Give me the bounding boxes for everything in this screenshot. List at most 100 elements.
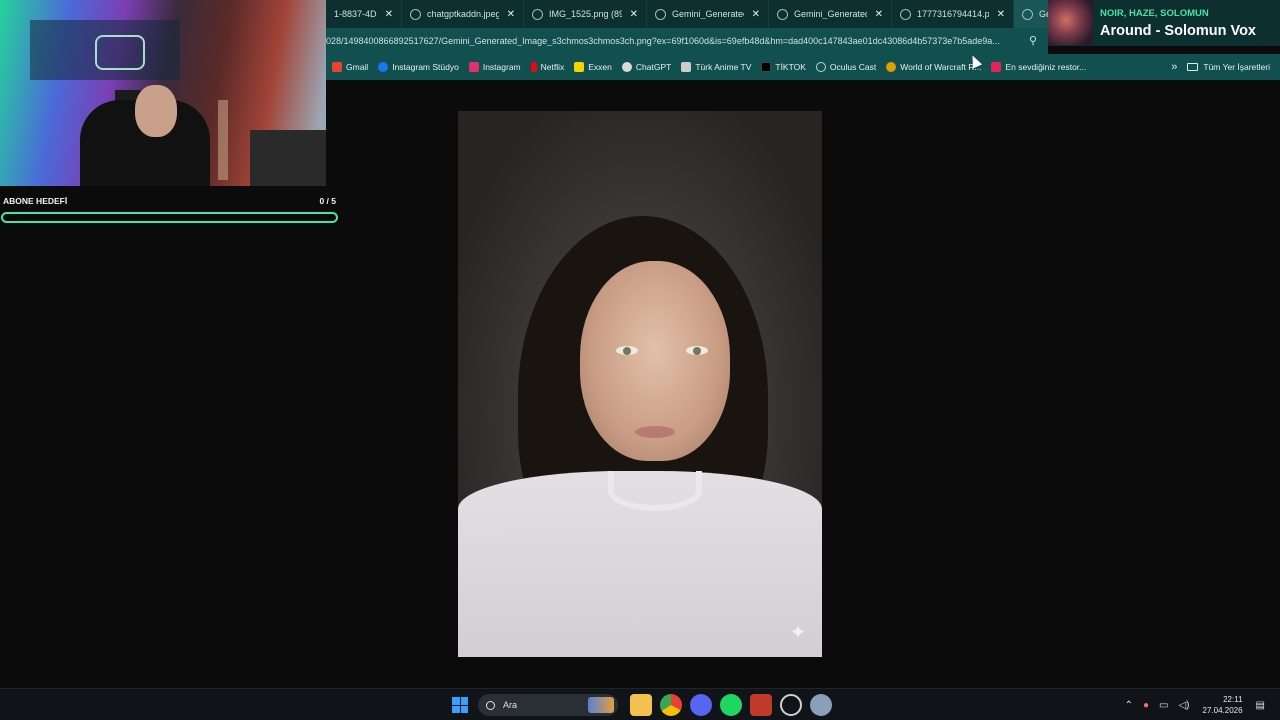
search-icon: [486, 700, 495, 710]
tab[interactable]: 1-8837-4D8 ✕: [326, 0, 402, 28]
tab[interactable]: IMG_1525.png (896 ✕: [524, 0, 647, 28]
all-bookmarks-label: Tüm Yer İşaretleri: [1203, 62, 1270, 72]
discord-icon[interactable]: [690, 694, 712, 716]
url-text[interactable]: 028/1498400866892517627/Gemini_Generated…: [326, 36, 1026, 46]
tiktok-icon: [761, 62, 772, 72]
tab[interactable]: 1777316794414.png ✕: [892, 0, 1014, 28]
bookmark-label: Gmail: [346, 62, 369, 72]
portrait-eye: [686, 346, 708, 355]
tab-title: 1-8837-4D8: [334, 9, 377, 19]
bookmark-label: Instagram Stüdyo: [392, 62, 459, 72]
bookmark-label: Oculus Cast: [829, 62, 877, 72]
tab-title: 1777316794414.png: [917, 9, 989, 19]
taskbar-search[interactable]: Ara: [478, 694, 618, 716]
webcam-lamp: [218, 100, 228, 180]
close-icon[interactable]: ✕: [385, 9, 393, 20]
bookmark-tiktok[interactable]: TİKTOK: [761, 62, 806, 72]
tab-title: Gemini_Generated_Im: [672, 9, 744, 19]
portrait-eye: [616, 346, 638, 355]
chrome-icon[interactable]: [660, 694, 682, 716]
folder-icon: [1187, 63, 1199, 71]
now-playing-widget: NOIR, HAZE, SOLOMUN Around - Solomun Vox: [1048, 0, 1280, 46]
now-playing-title: Around - Solomun Vox: [1100, 23, 1256, 39]
bookmark-gmail[interactable]: Gmail: [332, 62, 368, 72]
close-icon[interactable]: ✕: [752, 9, 760, 20]
zoom-icon[interactable]: ⚲: [1026, 34, 1040, 48]
windows-start-icon[interactable]: [452, 697, 468, 713]
goal-count: 0 / 5: [319, 196, 336, 206]
close-icon[interactable]: ✕: [997, 9, 1005, 20]
netflix-icon: [530, 62, 537, 72]
clock-app-icon[interactable]: [780, 694, 802, 716]
bookmark-netflix[interactable]: Netflix: [530, 62, 565, 72]
sparkle-icon: ✦: [789, 622, 807, 644]
bookmark-turk-anime-tv[interactable]: Türk Anime TV: [681, 62, 751, 72]
tab[interactable]: Gemini_Generated_Im ✕: [647, 0, 769, 28]
yemek-icon: [991, 62, 1002, 72]
tab[interactable]: chatgptkaddn.jpeg (8 ✕: [402, 0, 524, 28]
settings-icon[interactable]: [810, 694, 832, 716]
globe-icon: [900, 8, 911, 20]
all-bookmarks-button[interactable]: Tüm Yer İşaretleri: [1187, 62, 1270, 72]
instagram-icon: [468, 62, 479, 72]
subscriber-goal: ABONE HEDEFİ 0 / 5: [0, 186, 340, 226]
chatgpt-icon: [621, 62, 632, 72]
close-icon[interactable]: ✕: [875, 9, 883, 20]
bookmark-oculus-cast[interactable]: Oculus Cast: [815, 62, 877, 72]
now-playing-artist: NOIR, HAZE, SOLOMUN: [1100, 8, 1209, 19]
chevron-up-icon[interactable]: ⌃: [1125, 700, 1133, 711]
spotify-icon[interactable]: [720, 694, 742, 716]
bookmark-label: World of Warcraft R...: [900, 62, 982, 72]
search-placeholder: Ara: [503, 700, 518, 710]
address-bar[interactable]: 028/1498400866892517627/Gemini_Generated…: [326, 28, 1048, 54]
globe-icon: [410, 8, 421, 20]
globe-icon: [532, 8, 543, 20]
search-highlight-icon: [588, 697, 614, 713]
bookmark-label: Türk Anime TV: [695, 62, 752, 72]
app-icon[interactable]: [750, 694, 772, 716]
clock[interactable]: 22:11 27.04.2026: [1203, 694, 1243, 716]
webcam-monitor: [250, 130, 326, 186]
gmail-icon: [332, 62, 342, 72]
bookmark-instagram-studyo[interactable]: Instagram Stüdyo: [378, 62, 459, 72]
clock-date: 27.04.2026: [1202, 706, 1243, 715]
network-icon[interactable]: ▭: [1159, 700, 1168, 711]
exxen-icon: [574, 62, 585, 72]
neon-sign: [95, 35, 145, 70]
bookmark-label: En sevdiğiniz restor...: [1005, 62, 1087, 72]
album-art: [1048, 0, 1093, 45]
tab-title: IMG_1525.png (896: [549, 9, 622, 19]
notification-icon[interactable]: ▤: [1256, 700, 1265, 711]
tab-title: chatgptkaddn.jpeg (8: [427, 9, 499, 19]
streamer-head: [135, 85, 177, 137]
microphone-icon[interactable]: ●: [1143, 700, 1149, 711]
bookmark-label: Instagram: [482, 62, 521, 72]
bookmark-instagram[interactable]: Instagram: [468, 62, 521, 72]
globe-icon: [777, 8, 788, 20]
bookmark-label: Netflix: [540, 62, 565, 72]
globe-icon: [655, 8, 666, 20]
bookmarks-bar: Gmail Instagram Stüdyo Instagram Netflix…: [326, 54, 1280, 80]
bookmark-chatgpt[interactable]: ChatGPT: [621, 62, 672, 72]
volume-icon[interactable]: ◁): [1178, 700, 1189, 711]
system-tray: ⌃ ● ▭ ◁) 22:11 27.04.2026 ▤: [1120, 689, 1280, 720]
screen: 1-8837-4D8 ✕ chatgptkaddn.jpeg (8 ✕ IMG_…: [0, 0, 1280, 720]
taskbar: Ara ⌃ ● ▭ ◁) 22:11 27.04.2026 ▤: [0, 688, 1280, 720]
portrait-collar: [608, 471, 702, 511]
bookmark-exxen[interactable]: Exxen: [574, 62, 612, 72]
close-icon[interactable]: ✕: [630, 9, 638, 20]
portrait-lips: [635, 426, 675, 438]
bookmark-restaurant[interactable]: En sevdiğiniz restor...: [991, 62, 1086, 72]
file-explorer-icon[interactable]: [630, 694, 652, 716]
bookmark-label: Exxen: [588, 62, 612, 72]
goal-label: ABONE HEDEFİ: [3, 196, 68, 206]
close-icon[interactable]: ✕: [507, 9, 515, 20]
clock-time: 22:11: [1223, 695, 1243, 704]
tab[interactable]: Gemini_Generated_Im ✕: [769, 0, 892, 28]
bookmark-label: ChatGPT: [635, 62, 672, 72]
globe-icon: [1022, 8, 1033, 20]
portrait-image[interactable]: ✦: [458, 111, 822, 657]
bookmark-world-of-warcraft[interactable]: World of Warcraft R...: [886, 62, 981, 72]
chevron-double-right-icon[interactable]: »: [1171, 61, 1177, 73]
goal-progress-bar: [1, 212, 338, 223]
